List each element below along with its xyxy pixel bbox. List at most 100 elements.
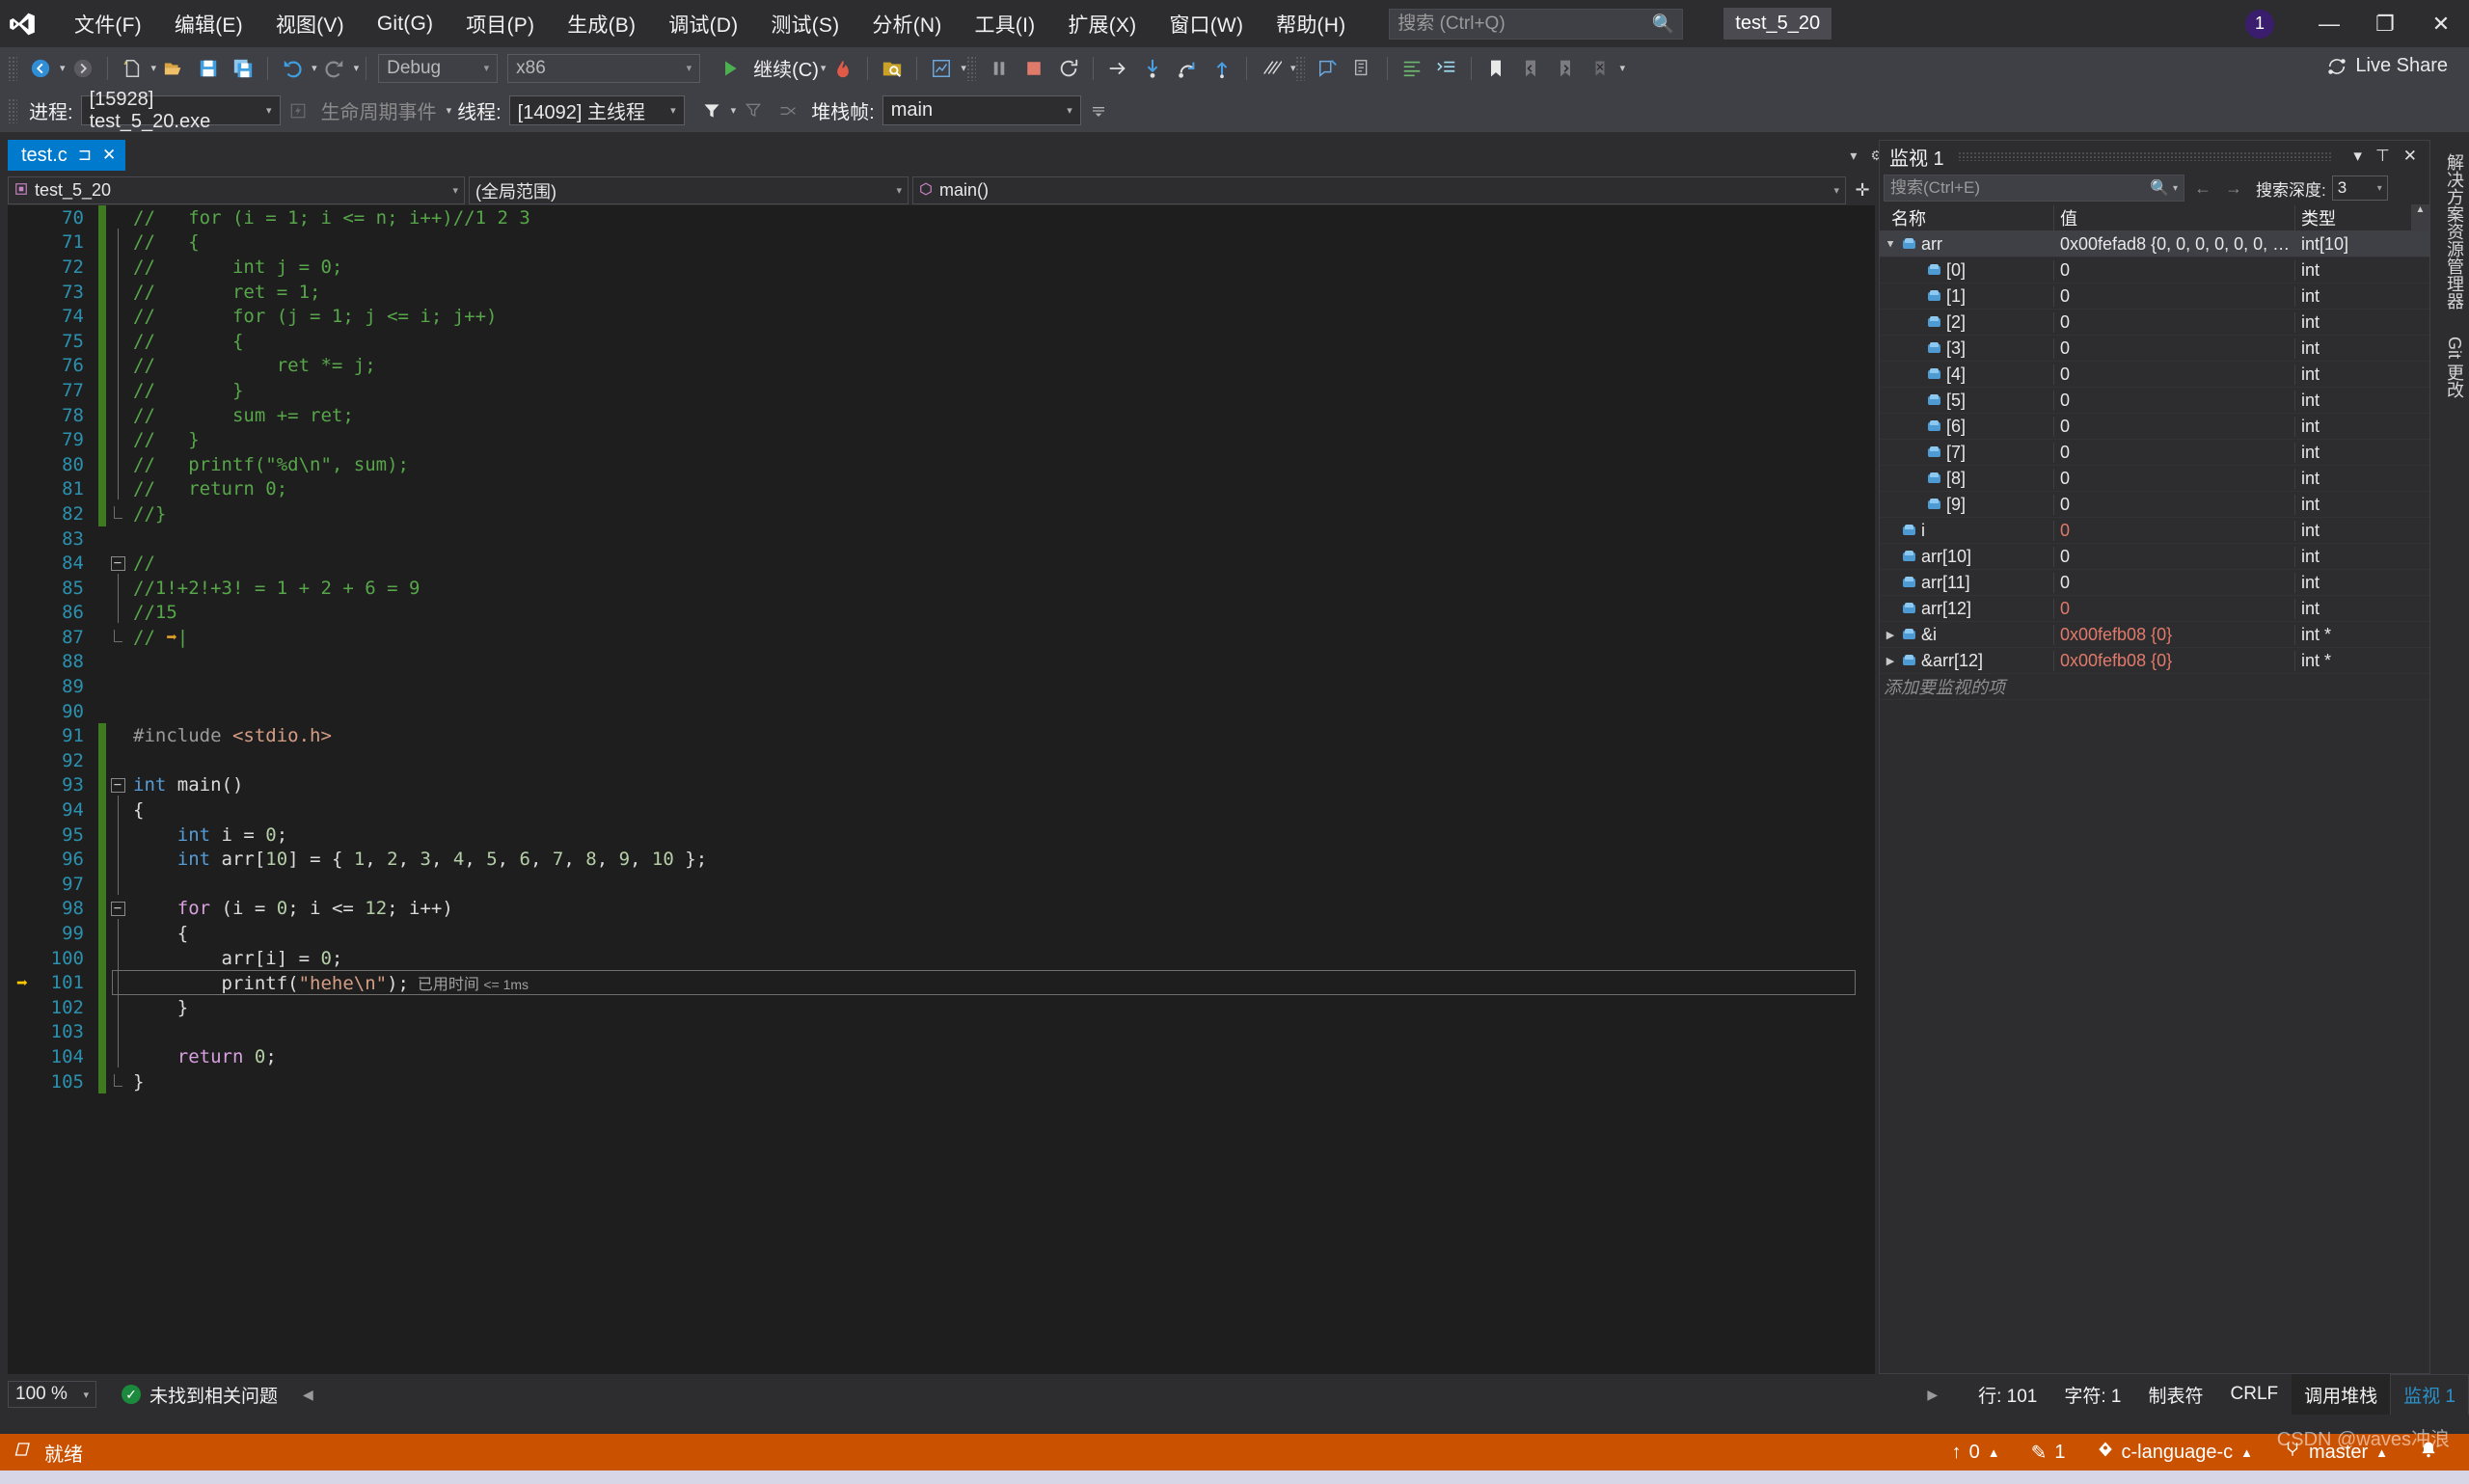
watch-row-name-cell[interactable]: ▶&i	[1880, 625, 2053, 645]
stackframe-combo[interactable]: main ▾	[882, 95, 1081, 125]
code-line[interactable]: 76// ret *= j;	[8, 354, 1875, 379]
undo-icon[interactable]	[275, 51, 310, 86]
watch-row[interactable]: i0int	[1880, 518, 2429, 544]
redo-dropdown-icon[interactable]: ▾	[354, 62, 360, 74]
attach-to-process-icon[interactable]	[875, 51, 909, 86]
menu-debug[interactable]: 调试(D)	[652, 0, 754, 47]
outgoing-commits[interactable]: ↑ 0 ▲	[1937, 1442, 2016, 1464]
watch-row-name-cell[interactable]: arr[12]	[1880, 599, 2053, 619]
watch-row[interactable]: arr[12]0int	[1880, 596, 2429, 622]
global-search-input[interactable]	[1397, 13, 1651, 35]
open-folder-icon[interactable]	[156, 51, 191, 86]
code-line[interactable]: 100 arr[i] = 0;	[8, 946, 1875, 971]
thread-filter-icon[interactable]	[694, 94, 729, 128]
debugbar-overflow-icon[interactable]	[1081, 94, 1116, 128]
watch-row[interactable]: [5]0int	[1880, 388, 2429, 414]
break-all-icon[interactable]	[982, 51, 1017, 86]
watch-row-name-cell[interactable]: [9]	[1880, 495, 2053, 515]
toolbar-grip[interactable]	[8, 56, 17, 81]
increase-indent-icon[interactable]	[1429, 51, 1464, 86]
toggle-bookmark-icon[interactable]	[1479, 51, 1513, 86]
menu-window[interactable]: 窗口(W)	[1153, 0, 1260, 47]
split-view-icon[interactable]: ✛	[1850, 176, 1875, 204]
notification-badge[interactable]: 1	[2245, 10, 2274, 39]
watch-variable-value[interactable]: 0	[2053, 573, 2294, 593]
search-options-chevron-icon[interactable]: ▾	[2173, 183, 2178, 194]
search-depth-combo[interactable]: 3 ▾	[2332, 175, 2388, 201]
watch-row-name-cell[interactable]: [8]	[1880, 469, 2053, 489]
code-line[interactable]: 91#include <stdio.h>	[8, 723, 1875, 748]
show-next-statement-icon[interactable]	[1254, 51, 1289, 86]
zoom-level-combo[interactable]: 100 % ▾	[8, 1381, 96, 1408]
comment-selection-icon[interactable]	[1311, 51, 1345, 86]
show-diagnostic-tools-icon[interactable]	[924, 51, 959, 86]
search-icon[interactable]: 🔍	[2150, 178, 2169, 198]
watch-row-name-cell[interactable]: [0]	[1880, 260, 2053, 281]
code-line[interactable]: 99 {	[8, 921, 1875, 946]
save-all-icon[interactable]	[226, 51, 260, 86]
watch-row-name-cell[interactable]: ▲arr	[1880, 234, 2053, 255]
watch-scroll-up-icon[interactable]: ▲	[2411, 204, 2429, 231]
code-line[interactable]: 83	[8, 526, 1875, 552]
continue-button-label[interactable]: 继续(C)	[753, 54, 819, 82]
code-line[interactable]: 92	[8, 748, 1875, 773]
code-line[interactable]: 81// return 0;	[8, 477, 1875, 502]
watch-row[interactable]: [6]0int	[1880, 414, 2429, 440]
watch-row[interactable]: [3]0int	[1880, 336, 2429, 362]
watch-row-name-cell[interactable]: i	[1880, 521, 2053, 541]
code-line[interactable]: 93−int main()	[8, 773, 1875, 798]
navigate-forward-icon[interactable]	[66, 51, 100, 86]
code-line[interactable]: 77// }	[8, 378, 1875, 403]
save-icon[interactable]	[191, 51, 226, 86]
watch-row[interactable]: arr[11]0int	[1880, 570, 2429, 596]
code-line[interactable]: 79// }	[8, 427, 1875, 452]
nav-project-combo[interactable]: test_5_20 ▾	[8, 176, 465, 204]
code-line[interactable]: 87// ➡|	[8, 625, 1875, 650]
code-editor[interactable]: 70// for (i = 1; i <= n; i++)//1 2 371//…	[8, 205, 1875, 1374]
navigate-back-icon[interactable]	[23, 51, 58, 86]
watch-variable-value[interactable]: 0x00fefb08 {0}	[2053, 651, 2294, 671]
watch-variable-value[interactable]: 0	[2053, 364, 2294, 385]
watch-row-name-cell[interactable]: arr[11]	[1880, 573, 2053, 593]
code-line[interactable]: 94{	[8, 797, 1875, 823]
menu-help[interactable]: 帮助(H)	[1260, 0, 1362, 47]
watch-row-name-cell[interactable]: [6]	[1880, 417, 2053, 437]
watch-variable-value[interactable]: 0x00fefad8 {0, 0, 0, 0, 0, 0, 0, 0, ...	[2053, 234, 2294, 255]
unsaved-changes[interactable]: ✎ 1	[2016, 1441, 2081, 1465]
menu-test[interactable]: 测试(S)	[754, 0, 855, 47]
watch-row[interactable]: [9]0int	[1880, 492, 2429, 518]
watch-variable-value[interactable]: 0	[2053, 443, 2294, 463]
code-line[interactable]: 85//1!+2!+3! = 1 + 2 + 6 = 9	[8, 576, 1875, 601]
watch-variable-value[interactable]: 0	[2053, 286, 2294, 307]
code-line[interactable]: 95 int i = 0;	[8, 823, 1875, 848]
watch-variable-value[interactable]: 0	[2053, 521, 2294, 541]
code-line[interactable]: 86//15	[8, 601, 1875, 626]
issue-nav-next-icon[interactable]: ▶	[1927, 1387, 1938, 1403]
next-bookmark-icon[interactable]	[1548, 51, 1583, 86]
live-share-button[interactable]: Live Share	[2326, 55, 2448, 77]
expander-icon[interactable]: ▶	[1884, 655, 1897, 667]
code-line[interactable]: 70// for (i = 1; i <= n; i++)//1 2 3	[8, 205, 1875, 230]
code-line[interactable]: 74// for (j = 1; j <= i; j++)	[8, 304, 1875, 329]
menu-tools[interactable]: 工具(I)	[959, 0, 1052, 47]
column-header-type[interactable]: 类型	[2294, 205, 2411, 230]
menu-view[interactable]: 视图(V)	[259, 0, 361, 47]
watch-row[interactable]: [4]0int	[1880, 362, 2429, 388]
close-button[interactable]: ✕	[2413, 0, 2469, 47]
toolbar-overflow-icon[interactable]: ▾	[1619, 62, 1625, 74]
vtab-solution-explorer[interactable]: 解决方案资源管理器	[2438, 140, 2467, 323]
clear-bookmarks-icon[interactable]	[1583, 51, 1617, 86]
code-line[interactable]: 84−//	[8, 551, 1875, 576]
redo-icon[interactable]	[317, 51, 352, 86]
watch-variable-value[interactable]: 0	[2053, 312, 2294, 333]
watch-row-name-cell[interactable]: [1]	[1880, 286, 2053, 307]
watch-variable-value[interactable]: 0	[2053, 338, 2294, 359]
close-icon[interactable]: ✕	[102, 146, 116, 165]
chevron-down-icon[interactable]: ▾	[2347, 147, 2369, 166]
search-previous-icon[interactable]: ←	[2190, 178, 2215, 199]
code-line[interactable]: 98− for (i = 0; i <= 12; i++)	[8, 897, 1875, 922]
step-over-icon[interactable]	[1170, 51, 1205, 86]
process-combo[interactable]: [15928] test_5_20.exe ▾	[81, 95, 281, 125]
code-line[interactable]: 96 int arr[10] = { 1, 2, 3, 4, 5, 6, 7, …	[8, 847, 1875, 872]
menu-analyze[interactable]: 分析(N)	[855, 0, 958, 47]
